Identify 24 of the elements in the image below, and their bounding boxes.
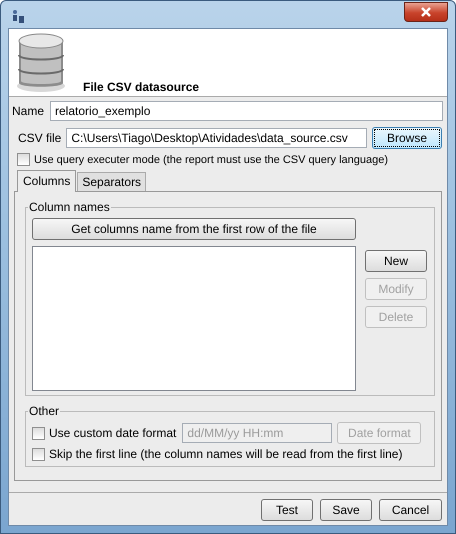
app-icon xyxy=(11,9,25,25)
close-icon xyxy=(419,6,433,18)
get-columns-button[interactable]: Get columns name from the first row of the file xyxy=(32,218,356,240)
checkbox[interactable] xyxy=(32,448,45,460)
checkbox[interactable] xyxy=(17,153,30,166)
dialog-button[interactable]: Test xyxy=(261,499,313,521)
name-label: Name xyxy=(12,104,44,118)
tab[interactable]: Separators xyxy=(77,172,146,191)
dialog-button[interactable]: Cancel xyxy=(379,499,442,521)
checkbox-label: Use custom date format xyxy=(49,426,176,440)
checkbox-label: Use query executer mode (the report must use the CSV query language) xyxy=(34,154,388,166)
checkbox-label: Skip the first line (the column names will be read from the first line) xyxy=(49,447,402,461)
dialog-button[interactable]: Save xyxy=(320,499,372,521)
tab[interactable]: Columns xyxy=(17,170,76,192)
group-title: Other xyxy=(28,404,60,418)
list-action-button[interactable]: New xyxy=(365,250,427,272)
browse-button[interactable]: Browse xyxy=(372,127,442,149)
group-title: Column names xyxy=(28,200,111,214)
close-button[interactable] xyxy=(404,2,448,22)
dialog-title: File CSV datasource xyxy=(83,80,200,94)
csv-file-field[interactable]: C:\Users\Tiago\Desktop\Atividades\data_source.csv xyxy=(66,128,367,148)
csv-file-label: CSV file xyxy=(18,131,62,145)
database-icon xyxy=(15,31,67,93)
name-field[interactable]: relatorio_exemplo xyxy=(50,101,443,121)
